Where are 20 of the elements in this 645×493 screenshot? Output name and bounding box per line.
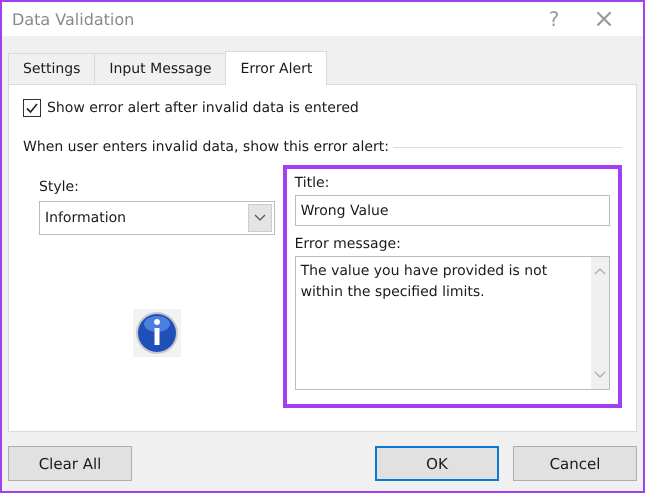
style-label: Style:: [39, 179, 80, 195]
error-message-label: Error message:: [294, 236, 402, 252]
tab[interactable]: Settings: [8, 53, 96, 84]
chevron-up-icon[interactable]: [594, 267, 606, 275]
error-message-field[interactable]: The value you have provided is not within the specified limits.: [294, 256, 610, 390]
group-label: When user enters invalid data, show this error alert:: [23, 139, 389, 155]
information-icon: [132, 309, 181, 357]
chevron-down-icon[interactable]: [594, 371, 606, 379]
checkbox[interactable]: [23, 99, 41, 117]
tab[interactable]: Error Alert: [225, 51, 328, 85]
title-field[interactable]: Wrong Value: [294, 195, 610, 226]
chevron-down-icon: [248, 204, 272, 232]
style-dropdown[interactable]: Information: [39, 201, 275, 235]
title-label: Title:: [294, 175, 330, 191]
dialog-button[interactable]: OK: [375, 446, 499, 481]
checkbox-label: Show error alert after invalid data is entered: [47, 100, 359, 116]
scrollbar[interactable]: [591, 257, 609, 389]
dialog-button[interactable]: Clear All: [8, 446, 132, 481]
window-title: Data Validation: [12, 10, 136, 28]
dialog-button[interactable]: Cancel: [513, 446, 637, 481]
